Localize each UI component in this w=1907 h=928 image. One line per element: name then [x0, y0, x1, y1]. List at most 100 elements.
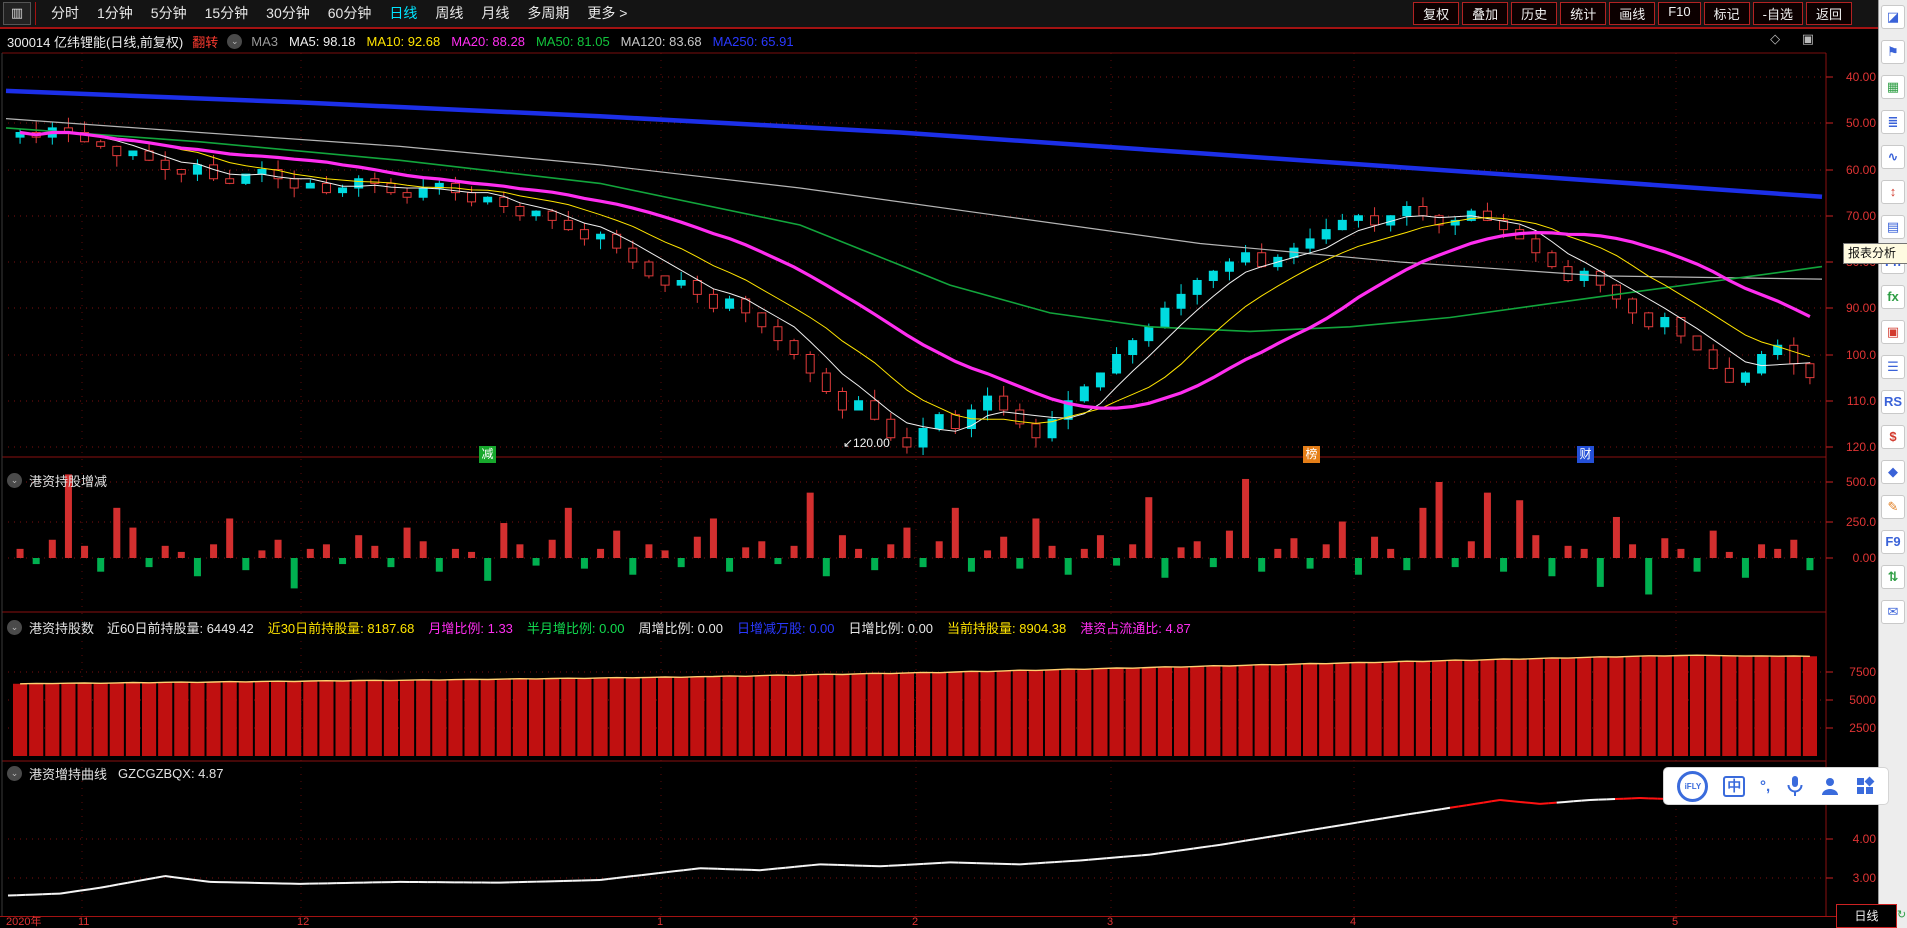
- tab-日线[interactable]: 日线: [380, 1, 426, 26]
- tab-60分钟[interactable]: 60分钟: [319, 1, 381, 26]
- button--自选[interactable]: -自选: [1752, 2, 1803, 25]
- ma-legend-item: MA250: 65.91: [712, 33, 794, 49]
- keyboard-grid-icon[interactable]: [1855, 776, 1875, 796]
- sidebar-icon-9[interactable]: fx: [1881, 285, 1905, 309]
- button-叠加[interactable]: 叠加: [1462, 2, 1509, 25]
- panel3-title: 港资持股数: [29, 621, 95, 636]
- sidebar-icon-7[interactable]: ▤: [1881, 215, 1905, 239]
- price-axis-label: 70.00: [1845, 209, 1876, 223]
- panel3-axis-label: 2500: [1849, 721, 1876, 735]
- event-marker-榜[interactable]: 榜: [1303, 446, 1320, 463]
- panel4-header: ⌄ 港资增持曲线 GZCGZBQX: 4.87: [7, 764, 224, 783]
- panel4-axis-label: 3.00: [1852, 871, 1876, 885]
- timeline-month-4: 4: [1350, 916, 1357, 928]
- sidebar-icon-13[interactable]: $: [1881, 425, 1905, 449]
- sidebar-icon-16[interactable]: F9: [1881, 530, 1905, 554]
- ma-legend-item: MA20: 88.28: [451, 33, 525, 49]
- sidebar-icon-5[interactable]: ∿: [1881, 145, 1905, 169]
- tab-30分钟[interactable]: 30分钟: [257, 1, 319, 26]
- tab-5分钟[interactable]: 5分钟: [142, 1, 196, 26]
- chart-canvas[interactable]: [0, 0, 1907, 928]
- sidebar-icon-2[interactable]: ⚑: [1881, 40, 1905, 64]
- button-历史[interactable]: 历史: [1511, 2, 1558, 25]
- sidebar-icon-3[interactable]: ▦: [1881, 75, 1905, 99]
- ifly-voice-toolbar: iFLY 中 °,: [1663, 767, 1889, 805]
- ma-legend-item: MA120: 83.68: [620, 33, 702, 49]
- button-统计[interactable]: 统计: [1560, 2, 1607, 25]
- top-menu-bar: ▥ 分时 1分钟 5分钟 15分钟 30分钟 60分钟 日线 周线 月线 多周期 更多 > 复权 叠加…: [0, 0, 1878, 29]
- tab-15分钟[interactable]: 15分钟: [196, 1, 258, 26]
- sidebar-icon-10[interactable]: ▣: [1881, 320, 1905, 344]
- menu-divider: [35, 2, 36, 25]
- panel3-axis-label: 5000: [1849, 693, 1876, 707]
- refresh-icon[interactable]: ↻: [1897, 908, 1906, 921]
- timeline-month-2: 2: [912, 916, 919, 928]
- tab-更多 >[interactable]: 更多 >: [578, 1, 636, 26]
- ma-legend-item: MA3: [251, 33, 279, 49]
- layout-icon[interactable]: ▥: [3, 2, 31, 25]
- sidebar-icon-4[interactable]: ≣: [1881, 110, 1905, 134]
- price-axis-label: 40.00: [1845, 70, 1876, 84]
- ma-legend-item: MA50: 81.05: [535, 33, 610, 49]
- trading-app-window: ▥ 分时 1分钟 5分钟 15分钟 30分钟 60分钟 日线 周线 月线 多周期 更多 > 复权 叠加…: [0, 0, 1907, 928]
- button-返回[interactable]: 返回: [1805, 2, 1852, 25]
- microphone-icon[interactable]: [1785, 775, 1805, 797]
- stat-item: 半月增比例: 0.00: [526, 621, 625, 636]
- report-analysis-tooltip: 报表分析: [1843, 243, 1907, 264]
- event-marker-减[interactable]: 减: [479, 446, 496, 463]
- sidebar-icon-15[interactable]: ✎: [1881, 495, 1905, 519]
- stat-item: 月增比例: 1.33: [428, 621, 513, 636]
- flip-toggle[interactable]: 翻转: [192, 32, 218, 51]
- chart-corner-icons[interactable]: ◇ ▣: [1770, 31, 1823, 47]
- language-mode-icon[interactable]: 中: [1723, 775, 1746, 797]
- holding-stats: 近60日前持股量: 6449.42 近30日前持股量: 8187.68 月增比例: …: [107, 618, 1191, 637]
- button-画线[interactable]: 画线: [1609, 2, 1656, 25]
- user-icon[interactable]: [1820, 776, 1840, 796]
- price-axis-label: 50.00: [1845, 116, 1876, 130]
- price-axis-label: 110.0: [1846, 394, 1876, 408]
- sidebar-icon-14[interactable]: ◆: [1881, 460, 1905, 484]
- sidebar-icon-17[interactable]: ⇅: [1881, 565, 1905, 589]
- chevron-down-icon[interactable]: ⌄: [7, 620, 22, 635]
- price-axis-label: 90.00: [1845, 301, 1876, 315]
- tab-1分钟[interactable]: 1分钟: [88, 1, 142, 26]
- tab-周线[interactable]: 周线: [426, 1, 472, 26]
- tab-分时[interactable]: 分时: [42, 1, 88, 26]
- chevron-down-icon[interactable]: ⌄: [7, 473, 22, 488]
- panel3-axis-label: 7500: [1849, 665, 1876, 679]
- ifly-logo-icon[interactable]: iFLY: [1677, 770, 1709, 802]
- timeline-month-12: 12: [297, 916, 310, 928]
- timeframe-tabs: 分时 1分钟 5分钟 15分钟 30分钟 60分钟 日线 周线 月线 多周期 更多 >: [42, 1, 636, 26]
- panel4-title: 港资增持曲线: [29, 767, 108, 782]
- symbol-title: 300014 亿纬锂能(日线,前复权): [7, 34, 184, 50]
- panel2-axis-label: 250.0: [1845, 515, 1876, 529]
- tab-多周期[interactable]: 多周期: [518, 1, 578, 26]
- panel4-axis-label: 4.00: [1852, 832, 1876, 846]
- stat-item: 当前持股量: 8904.38: [947, 621, 1067, 636]
- chevron-down-icon[interactable]: ⌄: [7, 766, 22, 781]
- chevron-down-icon[interactable]: ⌄: [227, 33, 243, 49]
- sidebar-icon-6[interactable]: ↕: [1881, 180, 1905, 204]
- low-price-callout: ↙120.00: [843, 436, 890, 450]
- punctuation-icon[interactable]: °,: [1760, 778, 1770, 795]
- sidebar-icon-11[interactable]: ☰: [1881, 355, 1905, 379]
- tab-月线[interactable]: 月线: [472, 1, 518, 26]
- timeline-year: 2020年: [6, 916, 42, 928]
- sidebar-icon-18[interactable]: ✉: [1881, 600, 1905, 624]
- button-F10[interactable]: F10: [1658, 2, 1701, 25]
- ma-legend-item: MA5: 98.18: [289, 33, 356, 49]
- button-复权[interactable]: 复权: [1413, 2, 1460, 25]
- button-标记[interactable]: 标记: [1703, 2, 1750, 25]
- stat-item: 周增比例: 0.00: [638, 621, 723, 636]
- sidebar-icon-1[interactable]: ◪: [1881, 5, 1905, 29]
- sidebar-icon-12[interactable]: RS: [1881, 390, 1905, 414]
- panel2-title: 港资持股增减: [29, 474, 108, 489]
- timeline-bar[interactable]: [0, 916, 1878, 928]
- timeline-month-11: 11: [78, 916, 90, 928]
- stat-item: 近60日前持股量: 6449.42: [107, 621, 254, 636]
- symbol-info-row: 300014 亿纬锂能(日线,前复权) 翻转 ⌄ MA3 MA5: 98.18 MA…: [0, 29, 1847, 53]
- ma-legend: MA3 MA5: 98.18 MA10: 92.68 MA20: 88.28 MA50:…: [251, 34, 793, 49]
- period-box[interactable]: 日线: [1836, 904, 1897, 928]
- event-marker-财[interactable]: 财: [1577, 446, 1594, 463]
- timeline-month-1: 1: [657, 916, 664, 928]
